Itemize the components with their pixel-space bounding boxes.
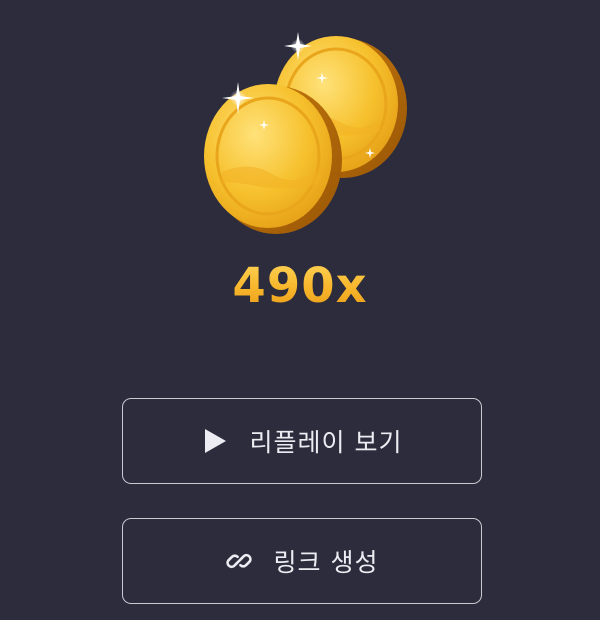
play-icon <box>202 427 228 455</box>
create-link-button[interactable]: 링크 생성 <box>122 518 482 604</box>
gold-coins-icon <box>204 32 407 234</box>
replay-button-label: 리플레이 보기 <box>249 428 403 457</box>
replay-button[interactable]: 리플레이 보기 <box>122 398 482 484</box>
create-link-button-label: 링크 생성 <box>273 548 379 577</box>
link-icon <box>225 548 252 574</box>
multiplier-value: 490x <box>0 258 600 314</box>
